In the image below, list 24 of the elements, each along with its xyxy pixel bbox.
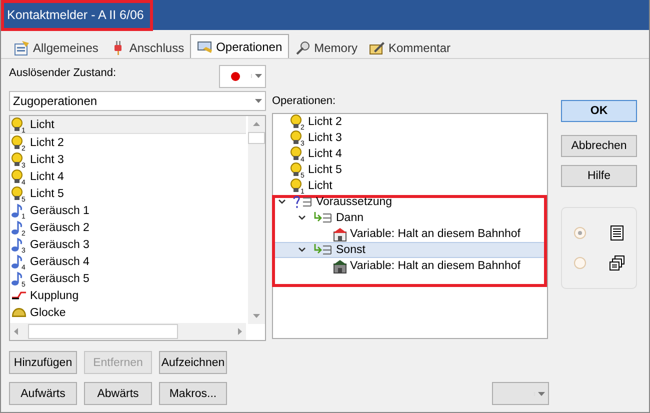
tab[interactable]: Kommentar [363, 38, 456, 58]
tree-item[interactable]: Sonst [273, 242, 547, 258]
tree-item[interactable]: Variable: Halt an diesem Bahnhof [273, 226, 547, 242]
operations-label: Operationen: [272, 95, 337, 109]
tab[interactable]: Anschluss [104, 38, 190, 58]
dialog-button[interactable]: Abbrechen [561, 135, 637, 157]
tree-item[interactable]: Voraussetzung [273, 194, 547, 210]
list-item[interactable]: Kupplung [10, 287, 246, 304]
tree-item[interactable]: Dann [273, 210, 547, 226]
tree-item[interactable]: Variable: Halt an diesem Bahnhof [273, 258, 547, 274]
action-button[interactable]: Abwärts [84, 382, 152, 405]
tab[interactable]: Allgemeines [8, 38, 104, 58]
action-button[interactable]: Aufzeichnen [159, 351, 227, 374]
category-dropdown[interactable]: Zugoperationen [9, 91, 266, 111]
trigger-label: Auslösender Zustand: [9, 67, 116, 79]
action-button[interactable]: Aufwärts [9, 382, 77, 405]
tab[interactable]: Operationen [190, 34, 290, 58]
action-button[interactable]: Makros... [159, 382, 227, 405]
tab[interactable]: Memory [289, 38, 364, 58]
window-title: Kontaktmelder - A II 6/06 [7, 8, 144, 22]
action-button[interactable]: Hinzufügen [9, 351, 77, 374]
dialog-button[interactable]: OK [561, 100, 637, 122]
list-item[interactable]: Glocke [10, 304, 246, 321]
dialog-button[interactable]: Hilfe [561, 165, 637, 187]
